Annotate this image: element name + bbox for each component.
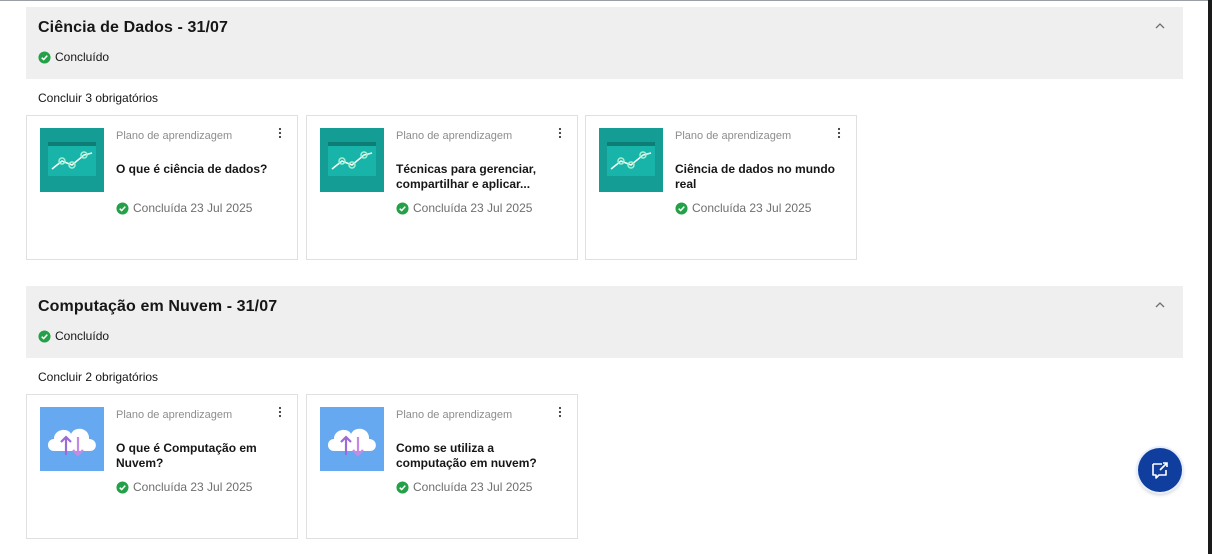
card-completion: Concluída 23 Jul 2025 bbox=[396, 480, 532, 494]
overflow-menu-icon[interactable] bbox=[557, 405, 563, 419]
card-type: Plano de aprendizagem bbox=[116, 130, 233, 142]
card-date-label: Concluída 23 Jul 2025 bbox=[133, 201, 253, 215]
data-chart-icon bbox=[40, 128, 104, 192]
check-circle-icon bbox=[675, 201, 688, 215]
section-status-label: Concluído bbox=[55, 329, 110, 343]
section-status: Concluído bbox=[38, 50, 109, 64]
chevron-up-icon[interactable] bbox=[1153, 19, 1167, 33]
section-header[interactable]: Ciência de Dados - 31/07 Concluído bbox=[26, 7, 1183, 79]
launch-chat-icon bbox=[1152, 462, 1168, 479]
check-circle-icon bbox=[38, 329, 51, 343]
required-count: Concluir 3 obrigatórios bbox=[38, 91, 159, 105]
page: Ciência de Dados - 31/07 Concluído Concl… bbox=[0, 0, 1212, 554]
section-title: Computação em Nuvem - 31/07 bbox=[38, 298, 278, 315]
learning-plan-card[interactable]: Plano de aprendizagem Como se utiliza a … bbox=[306, 394, 578, 539]
data-chart-icon bbox=[599, 128, 663, 192]
chat-launch-button[interactable] bbox=[1138, 448, 1182, 492]
section-ciencia-de-dados: Ciência de Dados - 31/07 Concluído Concl… bbox=[26, 7, 1183, 260]
card-date-label: Concluída 23 Jul 2025 bbox=[413, 480, 533, 494]
section-title: Ciência de Dados - 31/07 bbox=[38, 19, 229, 36]
card-type: Plano de aprendizagem bbox=[396, 130, 513, 142]
cloud-transfer-icon bbox=[40, 407, 104, 471]
overflow-menu-icon[interactable] bbox=[277, 405, 283, 419]
card-type: Plano de aprendizagem bbox=[675, 130, 792, 142]
learning-plan-card[interactable]: Plano de aprendizagem Técnicas para gere… bbox=[306, 115, 578, 260]
section-status-label: Concluído bbox=[55, 50, 110, 64]
card-title[interactable]: Técnicas para gerenciar, compartilhar e … bbox=[396, 162, 561, 192]
chevron-up-icon[interactable] bbox=[1153, 298, 1167, 312]
learning-plan-card[interactable]: Plano de aprendizagem O que é ciência de… bbox=[26, 115, 298, 260]
card-completion: Concluída 23 Jul 2025 bbox=[116, 480, 252, 494]
card-title[interactable]: O que é Computação em Nuvem? bbox=[116, 441, 281, 471]
window-edge bbox=[1208, 0, 1212, 554]
card-date-label: Concluída 23 Jul 2025 bbox=[692, 201, 812, 215]
learning-plan-card[interactable]: Plano de aprendizagem Ciência de dados n… bbox=[585, 115, 857, 260]
data-chart-icon bbox=[320, 128, 384, 192]
check-circle-icon bbox=[116, 201, 129, 215]
section-computacao-em-nuvem: Computação em Nuvem - 31/07 Concluído Co… bbox=[26, 286, 1183, 539]
card-title[interactable]: Como se utiliza a computação em nuvem? bbox=[396, 441, 561, 471]
overflow-menu-icon[interactable] bbox=[836, 126, 842, 140]
check-circle-icon bbox=[396, 480, 409, 494]
card-type: Plano de aprendizagem bbox=[116, 409, 233, 421]
overflow-menu-icon[interactable] bbox=[277, 126, 283, 140]
card-completion: Concluída 23 Jul 2025 bbox=[396, 201, 532, 215]
check-circle-icon bbox=[116, 480, 129, 494]
card-title[interactable]: O que é ciência de dados? bbox=[116, 162, 281, 177]
section-status: Concluído bbox=[38, 329, 109, 343]
section-header[interactable]: Computação em Nuvem - 31/07 Concluído bbox=[26, 286, 1183, 358]
check-circle-icon bbox=[396, 201, 409, 215]
card-type: Plano de aprendizagem bbox=[396, 409, 513, 421]
card-date-label: Concluída 23 Jul 2025 bbox=[133, 480, 253, 494]
card-title[interactable]: Ciência de dados no mundo real bbox=[675, 162, 840, 192]
check-circle-icon bbox=[38, 50, 51, 64]
cloud-transfer-icon bbox=[320, 407, 384, 471]
card-completion: Concluída 23 Jul 2025 bbox=[675, 201, 811, 215]
card-completion: Concluída 23 Jul 2025 bbox=[116, 201, 252, 215]
learning-plan-card[interactable]: Plano de aprendizagem O que é Computação… bbox=[26, 394, 298, 539]
card-date-label: Concluída 23 Jul 2025 bbox=[413, 201, 533, 215]
required-count: Concluir 2 obrigatórios bbox=[38, 370, 159, 384]
overflow-menu-icon[interactable] bbox=[557, 126, 563, 140]
